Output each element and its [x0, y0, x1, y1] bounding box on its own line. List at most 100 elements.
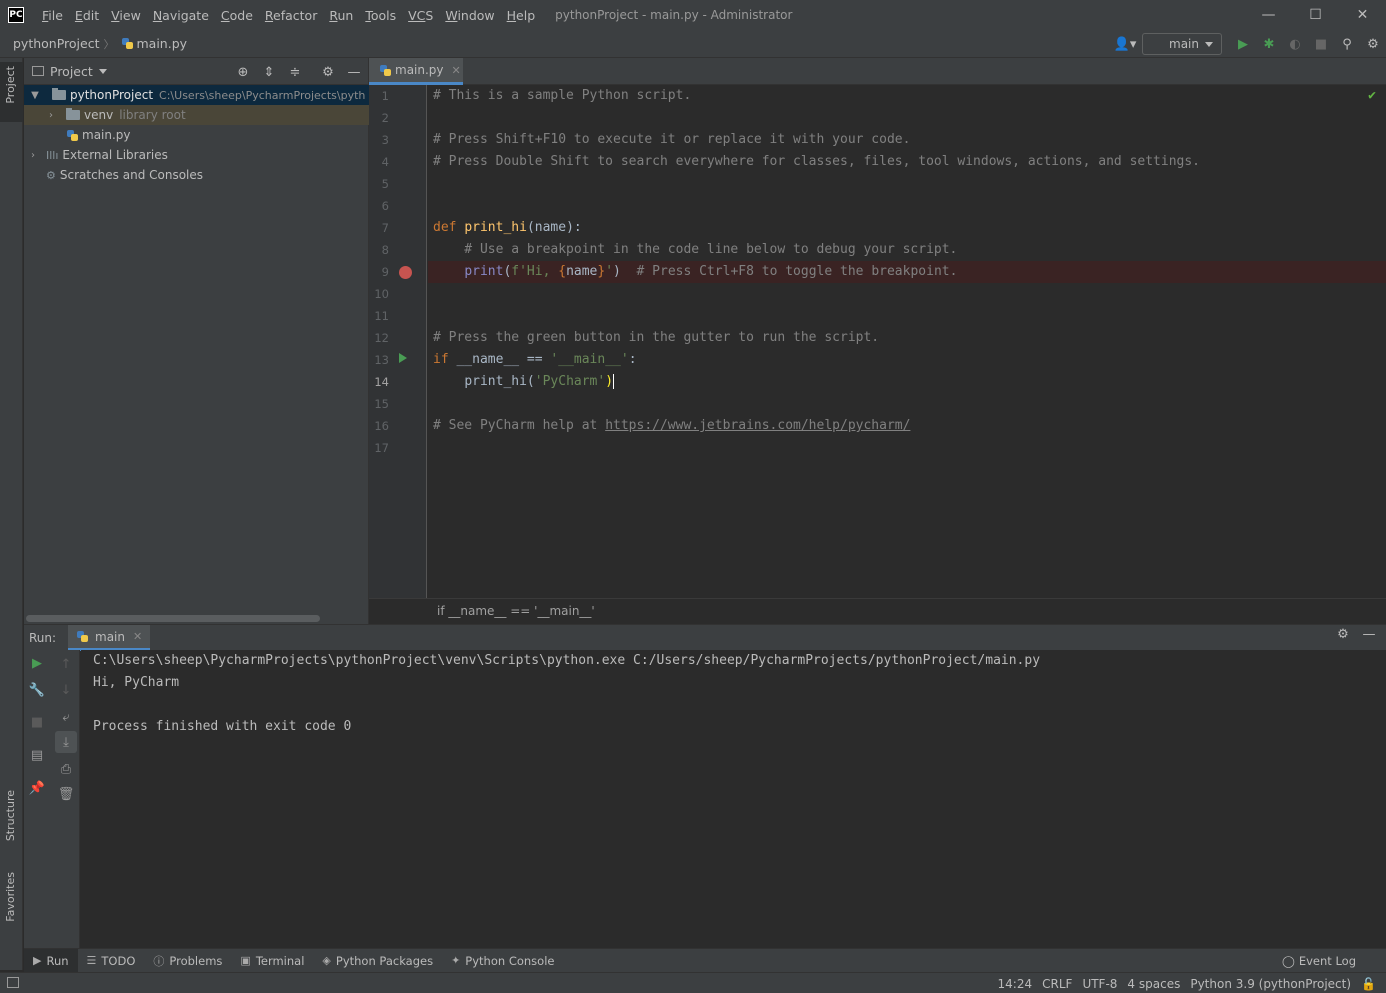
project-view-title[interactable]: Project	[50, 64, 93, 79]
soft-wrap-icon[interactable]: ⤶	[55, 706, 77, 728]
stop-icon[interactable]: ■	[1308, 31, 1334, 57]
run-panel-header: Run: main ✕ ⚙ —	[24, 624, 1386, 651]
stop-icon[interactable]: ■	[26, 711, 48, 733]
wrench-icon[interactable]: 🔧	[26, 679, 48, 701]
up-arrow-icon[interactable]: ↑	[55, 653, 77, 675]
bottom-tab-python-console[interactable]: ✦ Python Console	[442, 949, 563, 973]
code-line-1: # This is a sample Python script.	[433, 88, 692, 103]
trash-icon[interactable]: 🗑	[55, 783, 77, 805]
file-encoding[interactable]: UTF-8	[1082, 977, 1117, 991]
scroll-to-end-icon[interactable]: ⤓	[55, 731, 77, 753]
window-controls: — ☐ ✕	[1245, 0, 1386, 30]
menu-edit[interactable]: Edit	[69, 8, 105, 23]
close-icon[interactable]: ✕	[452, 64, 461, 77]
project-panel: Project ⊕ ⇕ ≑ ⚙ — ▼ pythonProject C:\Use…	[24, 58, 369, 624]
run-gutter-icon[interactable]	[399, 353, 407, 363]
chevron-down-icon[interactable]	[98, 68, 107, 74]
tree-item-scratches[interactable]: ⚙ Scratches and Consoles	[24, 165, 369, 185]
menu-vcs[interactable]: VCS	[402, 8, 439, 23]
tree-item-hint: library root	[119, 108, 186, 122]
coverage-icon[interactable]: ◐	[1282, 31, 1308, 57]
tab-main-py[interactable]: main.py ✕	[369, 58, 463, 85]
python-file-icon	[379, 64, 392, 77]
run-configuration-select[interactable]: main	[1142, 33, 1222, 55]
bottom-tab-todo[interactable]: ☰ TODO	[78, 949, 145, 973]
menu-tools[interactable]: Tools	[359, 8, 402, 23]
menu-help[interactable]: Help	[501, 8, 542, 23]
menu-view[interactable]: View	[105, 8, 147, 23]
down-arrow-icon[interactable]: ↓	[55, 679, 77, 701]
tree-item-venv[interactable]: › venv library root	[24, 105, 369, 125]
menu-file[interactable]: File	[36, 8, 69, 23]
settings-gear-icon[interactable]: ⚙	[1360, 31, 1386, 57]
menu-run[interactable]: Run	[323, 8, 359, 23]
rerun-icon[interactable]: ▶	[26, 652, 48, 674]
print-icon[interactable]: ⎙	[55, 758, 77, 780]
line-number: 4	[381, 155, 389, 169]
bottom-tab-run[interactable]: ▶ Run	[24, 948, 78, 973]
hide-panel-icon[interactable]: —	[1356, 627, 1382, 642]
close-icon[interactable]: ✕	[133, 630, 142, 643]
pin-icon[interactable]: 📌	[26, 777, 48, 799]
tree-item-label: External Libraries	[62, 148, 168, 162]
breadcrumb-project[interactable]: pythonProject	[13, 36, 100, 51]
chevron-right-icon[interactable]: ›	[26, 150, 40, 161]
tool-tab-project[interactable]: Project	[0, 62, 23, 122]
breakpoint-icon[interactable]	[399, 266, 412, 279]
indent-setting[interactable]: 4 spaces	[1127, 977, 1180, 991]
chevron-right-icon[interactable]: ›	[44, 110, 58, 121]
line-number: 3	[381, 133, 389, 147]
editor-gutter[interactable]: 1 2 3 4 5 6 7 8 9 10 11 12 13 14 15 16 1…	[369, 85, 427, 598]
menu-navigate[interactable]: Navigate	[147, 8, 215, 23]
inspection-ok-icon[interactable]: ✔	[1368, 88, 1376, 103]
left-tool-stripe: Project Structure Favorites	[0, 58, 23, 970]
caret-position[interactable]: 14:24	[998, 977, 1033, 991]
menu-code[interactable]: Code	[215, 8, 259, 23]
python-console-icon: ✦	[451, 954, 461, 967]
bottom-tab-terminal[interactable]: ▣ Terminal	[231, 949, 313, 973]
run-icon[interactable]: ▶	[1230, 31, 1256, 57]
locate-file-icon[interactable]: ⊕	[233, 62, 253, 82]
gear-icon[interactable]: ⚙	[318, 62, 338, 82]
lock-icon[interactable]: 🔓	[1361, 977, 1376, 991]
python-interpreter[interactable]: Python 3.9 (pythonProject)	[1190, 977, 1351, 991]
help-link[interactable]: https://www.jetbrains.com/help/pycharm/	[605, 418, 910, 433]
run-tab-label: main	[95, 629, 125, 644]
breadcrumb-file[interactable]: main.py	[137, 36, 188, 51]
tab-label: main.py	[395, 63, 444, 77]
packages-icon: ◈	[322, 954, 331, 967]
event-log-button[interactable]: ◯ Event Log	[1282, 949, 1356, 973]
run-tab-main[interactable]: main ✕	[68, 625, 151, 651]
user-icon[interactable]: 👤▾	[1108, 31, 1142, 57]
editor-breadcrumb: if __name__ == '__main__'	[369, 598, 1386, 624]
line-number: 11	[374, 309, 389, 323]
minimize-button[interactable]: —	[1245, 0, 1292, 30]
tree-item-project-root[interactable]: ▼ pythonProject C:\Users\sheep\PycharmPr…	[24, 85, 369, 105]
close-button[interactable]: ✕	[1339, 0, 1386, 30]
tool-tab-favorites[interactable]: Favorites	[0, 870, 23, 940]
python-file-icon	[66, 129, 79, 142]
bottom-tab-python-packages[interactable]: ◈ Python Packages	[313, 949, 442, 973]
breadcrumb-item[interactable]: if __name__ == '__main__'	[437, 604, 595, 618]
chevron-down-icon[interactable]: ▼	[28, 90, 42, 101]
toggle-tool-windows-icon[interactable]	[7, 977, 19, 988]
expand-all-icon[interactable]: ⇕	[259, 62, 279, 82]
run-console[interactable]: C:\Users\sheep\PycharmProjects\pythonPro…	[81, 650, 1386, 948]
tree-item-external-libraries[interactable]: › Illı External Libraries	[24, 145, 369, 165]
collapse-all-icon[interactable]: ≑	[285, 62, 305, 82]
line-separator[interactable]: CRLF	[1042, 977, 1072, 991]
horizontal-scrollbar[interactable]	[26, 615, 320, 622]
tool-tab-structure[interactable]: Structure	[0, 788, 23, 858]
menu-refactor[interactable]: Refactor	[259, 8, 323, 23]
debug-icon[interactable]: ✱	[1256, 31, 1282, 57]
bottom-tab-problems[interactable]: ⓘ Problems	[144, 949, 231, 973]
maximize-button[interactable]: ☐	[1292, 0, 1339, 30]
hide-panel-icon[interactable]: —	[344, 62, 364, 82]
layout-icon[interactable]: ▤	[26, 744, 48, 766]
gear-icon[interactable]: ⚙	[1330, 627, 1356, 642]
search-icon[interactable]: ⚲	[1334, 31, 1360, 57]
code-line-13: if __name__ == '__main__':	[433, 352, 637, 367]
code-editor[interactable]: ✔ # This is a sample Python script. # Pr…	[428, 85, 1386, 598]
tree-item-main-py[interactable]: main.py	[24, 125, 369, 145]
menu-window[interactable]: Window	[439, 8, 500, 23]
